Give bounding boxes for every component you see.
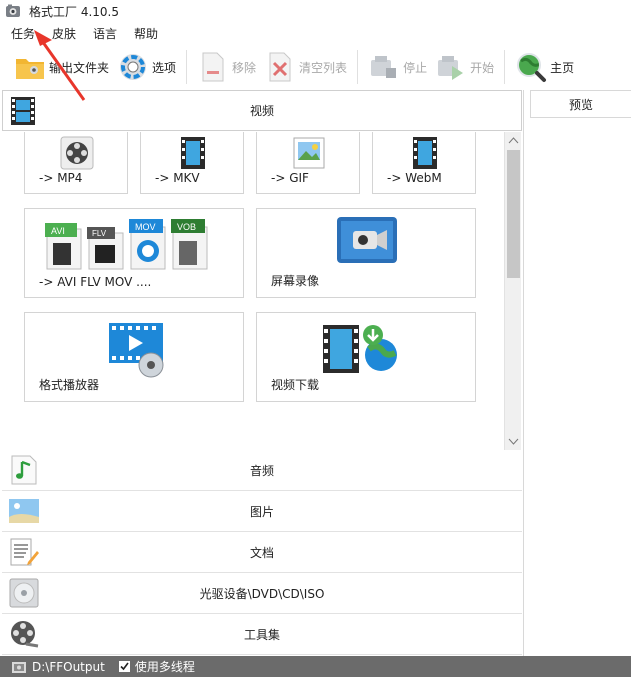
clear-list-label: 清空列表 [299, 60, 348, 75]
category-video[interactable]: 视频 [2, 90, 522, 131]
checkmark-icon [120, 662, 129, 671]
folder-icon [14, 51, 46, 83]
start-button[interactable]: 开始 [431, 47, 498, 87]
category-image[interactable]: 图片 [2, 491, 522, 532]
clear-list-button[interactable]: 清空列表 [260, 47, 351, 87]
menu-help[interactable]: 帮助 [128, 25, 164, 42]
tile-convert-multi-format[interactable]: AVI FLV MOV VOB -> AVI FLV MOV .... [24, 208, 244, 298]
tile-screen-record[interactable]: 屏幕录像 [256, 208, 476, 298]
output-folder-label: 输出文件夹 [49, 60, 110, 75]
scrollbar-thumb[interactable] [507, 150, 520, 278]
film-strip-icon [11, 97, 35, 125]
tile-label: -> WebM [387, 171, 442, 185]
start-icon [435, 51, 467, 83]
badge-flv: FLV [92, 229, 107, 238]
toolbar-divider [357, 50, 359, 84]
home-button[interactable]: 主页 [511, 47, 578, 87]
tile-label: 视频下载 [271, 378, 320, 392]
category-audio[interactable]: 音频 [2, 450, 522, 491]
film-strip-icon [413, 137, 437, 169]
options-button[interactable]: 选项 [113, 47, 180, 87]
clear-list-icon [264, 51, 296, 83]
preview-panel: 预览 [530, 90, 631, 656]
tools-reel-icon [11, 621, 39, 648]
home-label: 主页 [550, 60, 575, 75]
stop-icon [368, 51, 400, 83]
video-download-globe-icon [323, 325, 397, 373]
preview-header: 预览 [530, 90, 631, 118]
window-title: 格式工厂 4.10.5 [29, 4, 119, 19]
globe-search-icon [515, 51, 547, 83]
menu-task[interactable]: 任务 [5, 25, 41, 42]
remove-label: 移除 [232, 60, 257, 75]
video-tools-grid: -> MP4 -> MKV -> GIF -> WebM AVI FLV MOV… [2, 132, 522, 450]
remove-file-icon [197, 51, 229, 83]
category-label: 工具集 [243, 627, 280, 642]
tile-label: -> MP4 [39, 171, 83, 185]
category-label: 视频 [249, 104, 274, 118]
stop-label: 停止 [403, 60, 428, 75]
output-folder-icon[interactable] [12, 661, 26, 673]
tile-label: -> AVI FLV MOV .... [39, 275, 152, 289]
toolbar-divider [186, 50, 188, 84]
settings-gear-icon [117, 51, 149, 83]
picture-icon [293, 137, 325, 169]
start-label: 开始 [470, 60, 495, 75]
tile-video-download[interactable]: 视频下载 [256, 312, 476, 402]
badge-mov: MOV [135, 222, 156, 232]
category-label: 光驱设备\DVD\CD\ISO [199, 586, 325, 601]
output-path-text: D:\FFOutput [32, 659, 105, 674]
scroll-up-arrow-icon[interactable] [506, 133, 521, 148]
category-label: 文档 [249, 545, 274, 560]
category-label: 图片 [249, 504, 274, 519]
menu-skin[interactable]: 皮肤 [46, 25, 82, 42]
tile-format-player[interactable]: 格式播放器 [24, 312, 244, 402]
optical-disc-icon [9, 578, 39, 608]
title-bar: 格式工厂 4.10.5 [0, 0, 631, 22]
app-logo-icon [6, 4, 20, 17]
toolbar-divider [504, 50, 506, 84]
tile-convert-mp4[interactable]: -> MP4 [24, 132, 128, 194]
stop-button[interactable]: 停止 [364, 47, 431, 87]
tile-label: -> MKV [155, 171, 200, 185]
options-label: 选项 [152, 60, 177, 75]
vertical-scrollbar[interactable] [504, 132, 521, 450]
category-label: 音频 [249, 463, 274, 478]
toolbar: 输出文件夹 选项 移除 清空列表 停止 开始 主页 [0, 44, 631, 90]
status-bar: D:\FFOutput 使用多线程 [0, 656, 631, 677]
landscape-picture-icon [9, 499, 39, 523]
tile-label: 屏幕录像 [271, 274, 320, 288]
tile-convert-gif[interactable]: -> GIF [256, 132, 360, 194]
remove-button[interactable]: 移除 [193, 47, 260, 87]
document-edit-icon [10, 538, 39, 566]
multithread-label: 使用多线程 [134, 660, 195, 674]
badge-vob: VOB [177, 222, 196, 232]
badge-avi: AVI [51, 226, 65, 236]
screen-record-camera-icon [337, 217, 397, 263]
menu-language[interactable]: 语言 [87, 25, 123, 42]
multithread-checkbox[interactable] [118, 661, 130, 672]
category-panel: 视频 -> MP4 -> MKV -> GIF -> WebM AVI FLV … [0, 90, 524, 656]
multi-format-icon: AVI FLV MOV VOB [45, 219, 208, 270]
category-document[interactable]: 文档 [2, 532, 522, 573]
scroll-down-arrow-icon[interactable] [506, 434, 521, 449]
output-folder-button[interactable]: 输出文件夹 [10, 47, 113, 87]
tile-label: -> GIF [271, 171, 309, 185]
music-note-icon [11, 455, 37, 485]
tile-convert-webm[interactable]: -> WebM [372, 132, 476, 194]
film-reel-icon [60, 136, 94, 170]
tile-label: 格式播放器 [39, 378, 100, 392]
film-strip-icon [181, 137, 205, 169]
video-player-icon [109, 323, 164, 378]
category-tools[interactable]: 工具集 [2, 614, 522, 655]
tile-convert-mkv[interactable]: -> MKV [140, 132, 244, 194]
category-rom-device[interactable]: 光驱设备\DVD\CD\ISO [2, 573, 522, 614]
menu-bar: 任务 皮肤 语言 帮助 [0, 22, 631, 44]
